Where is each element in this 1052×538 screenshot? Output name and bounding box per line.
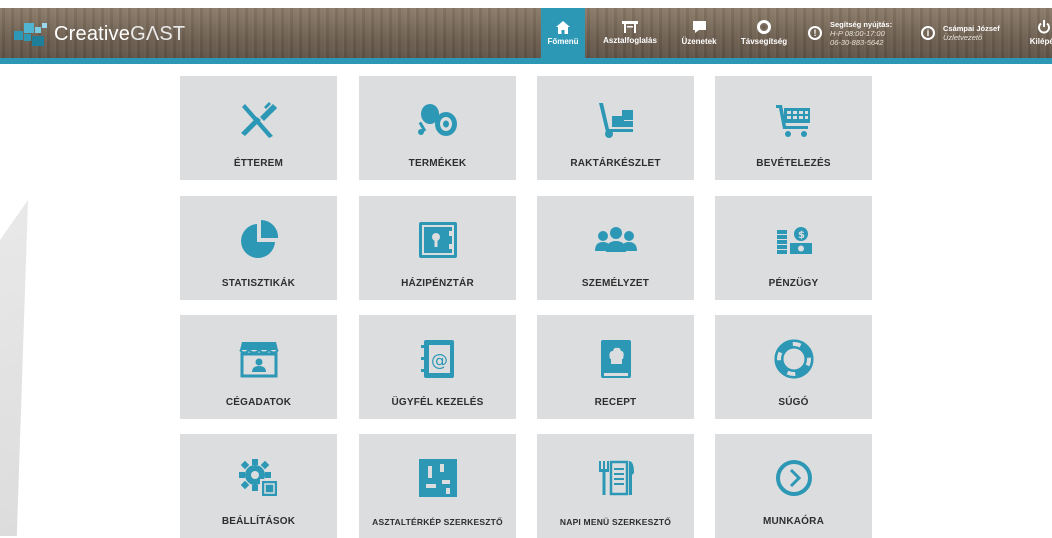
home-icon xyxy=(556,20,570,34)
tile-hazipenztar[interactable]: HÁZIPÉNZTÁR xyxy=(359,196,516,300)
nav-home-label: Főmenü xyxy=(547,36,579,46)
tile-label: BEVÉTELEZÉS xyxy=(756,158,831,169)
tile-napi-menu-szerkeszto[interactable]: NAPI MENÜ SZERKESZTŐ xyxy=(537,434,694,538)
brand-name-part2: GΛST xyxy=(130,22,186,45)
user-role: Üzletvezető xyxy=(943,33,983,42)
tile-label: HÁZIPÉNZTÁR xyxy=(401,278,474,289)
money-icon: $ xyxy=(776,227,812,254)
background-decoration xyxy=(0,200,28,536)
logout-label: Kilépés xyxy=(1029,37,1052,46)
tile-label: SZEMÉLYZET xyxy=(581,278,650,289)
tile-label: RAKTÁRKÉSZLET xyxy=(570,158,661,169)
recipe-book-icon xyxy=(600,340,631,378)
tile-label: CÉGADATOK xyxy=(225,397,292,408)
brand-name: CreativeGΛST xyxy=(54,23,185,46)
tile-munkaora[interactable]: MUNKAÓRA xyxy=(715,434,872,538)
nav-table-booking[interactable]: Asztalfoglalás xyxy=(596,8,664,58)
safe-icon xyxy=(418,222,457,258)
support-phone: 06-30-883-5642 xyxy=(830,37,884,47)
tile-recept[interactable]: RECEPT xyxy=(537,315,694,419)
power-icon xyxy=(1038,20,1050,34)
people-icon xyxy=(594,227,637,252)
chat-icon xyxy=(692,21,706,33)
cutlery-icon xyxy=(240,102,277,138)
tile-label: ÜGYFÉL KEZELÉS xyxy=(391,397,484,408)
svg-text:$: $ xyxy=(798,230,805,241)
nav-table-booking-label: Asztalfoglalás xyxy=(603,36,657,45)
nav-home[interactable]: Főmenü xyxy=(541,8,585,58)
user-info[interactable]: i Csámpai József Üzletvezető xyxy=(921,8,1021,58)
tile-asztalterkep-szerkeszto[interactable]: ASZTALTÉRKÉP SZERKESZTŐ xyxy=(359,434,516,538)
support-hours: H-P 08:00-17:00 xyxy=(830,28,885,38)
tile-cegadatok[interactable]: CÉGADATOK xyxy=(180,315,337,419)
cart-icon xyxy=(775,105,810,137)
tile-bevetelezes[interactable]: BEVÉTELEZÉS xyxy=(715,76,872,180)
menu-card-icon xyxy=(598,460,634,496)
address-book-icon: @ xyxy=(420,340,454,378)
tile-label: MUNKAÓRA xyxy=(762,516,825,527)
tile-ugyfel-kezeles[interactable]: @ ÜGYFÉL KEZELÉS xyxy=(359,315,516,419)
brand-logo[interactable]: CreativeGΛST xyxy=(14,21,185,47)
support-info[interactable]: ! Segítség nyújtás: H-P 08:00-17:00 06-3… xyxy=(808,8,918,58)
meat-icon xyxy=(417,104,457,136)
tile-termekek[interactable]: TERMÉKEK xyxy=(359,76,516,180)
tile-szemelyzet[interactable]: SZEMÉLYZET xyxy=(537,196,694,300)
support-title: Segítség nyújtás: xyxy=(830,19,893,29)
tile-label: TERMÉKEK xyxy=(408,158,467,169)
tile-label: BEÁLLÍTÁSOK xyxy=(221,516,296,527)
tile-label: PÉNZÜGY xyxy=(768,278,819,289)
nav-remote-help[interactable]: Távsegítség xyxy=(734,8,794,58)
pie-chart-icon xyxy=(240,220,278,258)
help-lifebuoy-icon xyxy=(774,339,813,379)
logo-mark-icon xyxy=(14,21,48,47)
tile-label: STATISZTIKÁK xyxy=(221,278,296,289)
tile-label: RECEPT xyxy=(594,397,637,408)
tile-statisztikak[interactable]: STATISZTIKÁK xyxy=(180,196,337,300)
tile-sugo[interactable]: SÚGÓ xyxy=(715,315,872,419)
hand-truck-icon xyxy=(598,103,633,138)
tile-label: NAPI MENÜ SZERKESZTŐ xyxy=(559,517,672,527)
storefront-icon xyxy=(238,342,279,378)
settings-gear-icon xyxy=(238,459,278,497)
tile-label: ASZTALTÉRKÉP SZERKESZTŐ xyxy=(372,517,503,527)
lifebuoy-icon xyxy=(757,20,771,34)
clock-icon xyxy=(775,460,812,496)
tile-etterem[interactable]: ÉTTEREM xyxy=(180,76,337,180)
table-icon xyxy=(622,21,638,33)
info-icon: ! xyxy=(808,26,822,40)
nav-messages-label: Üzenetek xyxy=(681,37,717,46)
user-icon: i xyxy=(921,26,935,40)
tile-label: ÉTTEREM xyxy=(233,158,284,169)
tile-penzugy[interactable]: $ PÉNZÜGY xyxy=(715,196,872,300)
tile-beallitasok[interactable]: BEÁLLÍTÁSOK xyxy=(180,434,337,538)
top-navigation-bar: CreativeGΛST Főmenü Asztalfoglalás Üzene… xyxy=(0,8,1052,64)
nav-remote-help-label: Távsegítség xyxy=(740,37,788,46)
user-name: Csámpai József xyxy=(943,24,1000,33)
floor-map-icon xyxy=(418,459,457,497)
tile-label: SÚGÓ xyxy=(778,397,809,408)
brand-name-part1: Creative xyxy=(54,22,131,45)
svg-text:@: @ xyxy=(431,351,448,371)
nav-messages[interactable]: Üzenetek xyxy=(674,8,724,58)
tile-raktarkeszlet[interactable]: RAKTÁRKÉSZLET xyxy=(537,76,694,180)
logout-button[interactable]: Kilépés xyxy=(1024,8,1052,58)
